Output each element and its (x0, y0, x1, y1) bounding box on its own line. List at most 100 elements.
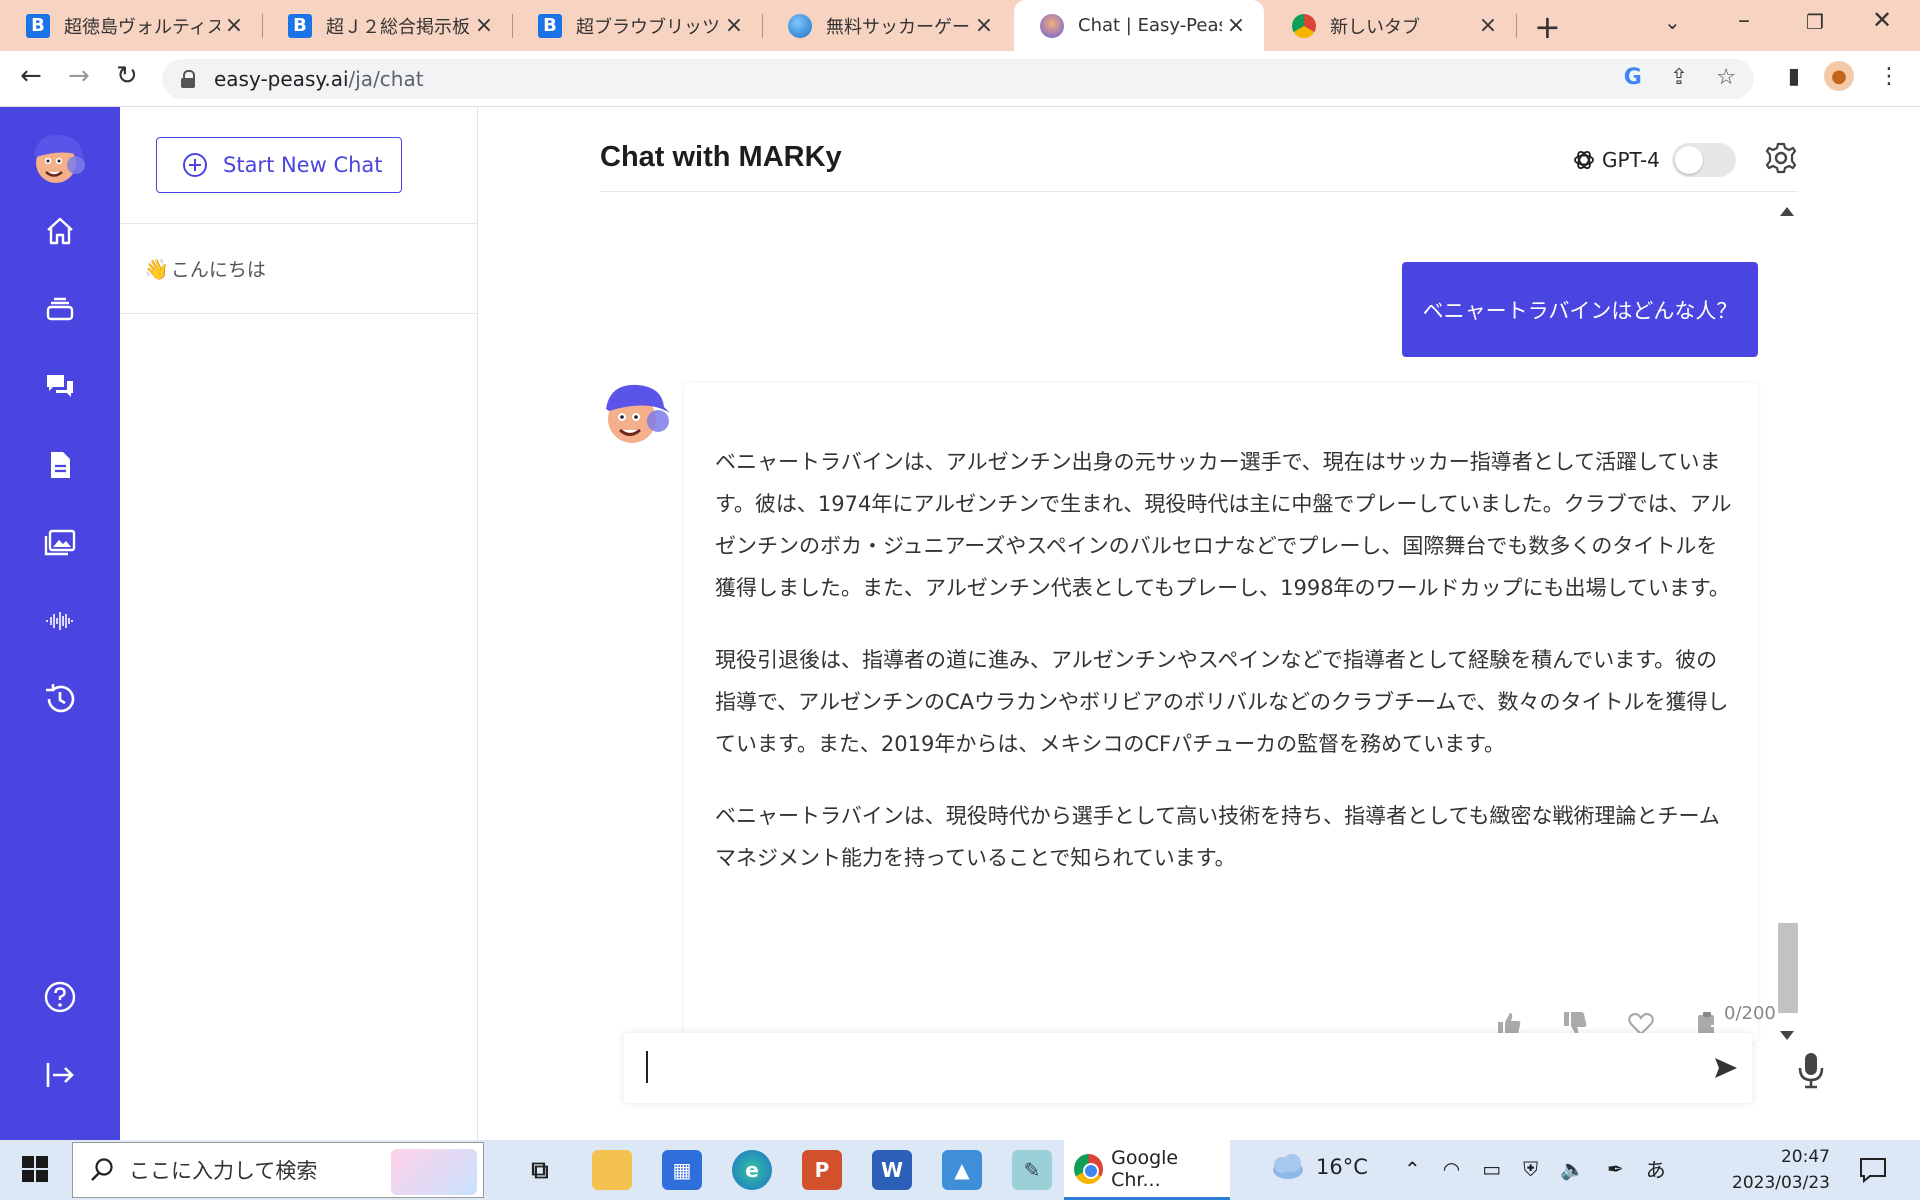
tab-title: 超Ｊ２総合掲示板 - (326, 16, 470, 38)
restore-icon[interactable]: ❐ (1806, 10, 1824, 34)
browser-tab[interactable]: 無料サッカーゲーム「ブ × (762, 0, 1012, 51)
powerpoint-icon[interactable]: P (802, 1150, 842, 1190)
b-icon: B (288, 13, 312, 38)
logout-icon[interactable] (40, 1055, 80, 1095)
edge-icon[interactable]: e (732, 1150, 772, 1190)
forward-icon[interactable]: → (68, 61, 90, 91)
tab-search-icon[interactable]: ⌄ (1664, 10, 1681, 34)
close-icon[interactable]: × (970, 13, 998, 38)
lock-icon (180, 70, 196, 88)
taskbar-chrome-label: Google Chr... (1111, 1146, 1179, 1191)
plus-circle-icon (183, 153, 207, 177)
browser-tab[interactable]: 新しいタブ × (1266, 0, 1516, 51)
battery-icon[interactable]: ▭ (1482, 1157, 1501, 1181)
browser-tab[interactable]: B 超Ｊ２総合掲示板 - × (262, 0, 512, 51)
tab-title: 新しいタブ (1330, 16, 1420, 38)
pen-icon[interactable]: ✒ (1607, 1157, 1624, 1181)
system-tray: ⌃ ◠ ▭ ⛨ 🔈 ✒ あ (1404, 1154, 1666, 1183)
gpt4-toggle[interactable] (1671, 143, 1736, 177)
stack-icon[interactable] (40, 289, 80, 329)
chat-bubbles-icon[interactable] (40, 367, 80, 407)
close-icon[interactable]: × (720, 13, 748, 38)
notification-icon[interactable] (1858, 1156, 1888, 1184)
document-icon[interactable] (40, 445, 80, 485)
text-caret (646, 1051, 648, 1083)
address-bar[interactable]: easy-peasy.ai/ja/chat G ⇪ ☆ (162, 59, 1754, 99)
tab-title: 超徳島ヴォルティス掲 (64, 16, 220, 38)
url-path: /ja/chat (348, 67, 424, 91)
clock-date: 2023/03/23 (1732, 1173, 1830, 1193)
side-panel-icon[interactable]: ▮ (1788, 64, 1800, 89)
file-explorer-icon[interactable] (592, 1150, 632, 1190)
tab-title: 超ブラウブリッツ秋田掲 (576, 16, 720, 38)
browser-tab-active[interactable]: Chat | Easy-Peasy.A × (1014, 0, 1264, 51)
close-icon[interactable]: × (1474, 13, 1502, 38)
windows-start-icon[interactable] (22, 1156, 48, 1182)
taskbar-search-input[interactable]: ここに入力して検索 (72, 1142, 484, 1198)
volume-icon[interactable]: 🔈 (1560, 1157, 1585, 1181)
new-tab-icon[interactable]: + (1534, 8, 1561, 46)
close-icon[interactable]: × (220, 13, 248, 38)
send-icon[interactable] (1714, 1057, 1738, 1079)
microphone-icon[interactable] (1796, 1051, 1826, 1089)
message-input-box[interactable] (624, 1033, 1752, 1103)
taskbar-chrome-button[interactable]: Google Chr... (1064, 1140, 1230, 1200)
minimize-icon[interactable]: – (1738, 6, 1750, 34)
b-icon: B (538, 13, 562, 38)
images-icon[interactable] (40, 523, 80, 563)
start-new-chat-label: Start New Chat (223, 153, 383, 177)
weather-widget[interactable]: 16°C (1266, 1152, 1368, 1182)
app-nav-rail (0, 107, 120, 1140)
store-icon[interactable]: ▦ (662, 1150, 702, 1190)
home-icon[interactable] (40, 211, 80, 251)
chat-scrollbar[interactable] (1776, 207, 1798, 1040)
google-icon[interactable]: G (1624, 65, 1642, 90)
scroll-up-icon[interactable] (1780, 207, 1794, 216)
notepad-icon[interactable]: ✎ (1012, 1150, 1052, 1190)
clock-time: 20:47 (1780, 1147, 1830, 1167)
divider (120, 223, 478, 224)
message-input[interactable] (644, 1049, 1684, 1087)
browser-tab[interactable]: B 超徳島ヴォルティス掲 × (0, 0, 262, 51)
star-icon[interactable]: ☆ (1716, 65, 1736, 90)
chevron-up-icon[interactable]: ⌃ (1404, 1157, 1421, 1181)
tab-title: Chat | Easy-Peasy.A (1078, 15, 1222, 36)
profile-icon[interactable]: ● (1824, 61, 1854, 91)
task-view-icon[interactable]: ⧉ (520, 1150, 560, 1190)
close-icon[interactable]: × (1222, 13, 1250, 38)
menu-icon[interactable]: ⋮ (1878, 64, 1900, 89)
audio-wave-icon[interactable] (40, 601, 80, 641)
close-icon[interactable]: × (470, 13, 498, 38)
browser-tab[interactable]: B 超ブラウブリッツ秋田掲 × (512, 0, 762, 51)
history-item-label: こんにちは (170, 259, 266, 281)
back-icon[interactable]: ← (20, 61, 42, 91)
bot-message-text: ベニャートラバインは、アルゼンチン出身の元サッカー選手で、現在はサッカー指導者と… (715, 441, 1733, 909)
share-icon[interactable]: ⇪ (1670, 65, 1688, 90)
browser-tab-bar: B 超徳島ヴォルティス掲 × B 超Ｊ２総合掲示板 - × B 超ブラウブリッツ… (0, 0, 1920, 51)
security-icon[interactable]: ⛨ (1523, 1157, 1538, 1181)
scroll-down-icon[interactable] (1780, 1031, 1794, 1040)
bot-paragraph: ベニャートラバインは、アルゼンチン出身の元サッカー選手で、現在はサッカー指導者と… (715, 450, 1732, 600)
user-message: ベニャートラバインはどんな人？ (1402, 262, 1758, 357)
start-new-chat-button[interactable]: Start New Chat (156, 137, 402, 193)
bot-paragraph: ベニャートラバインは、現役時代から選手として高い技術を持ち、指導者としても緻密な… (715, 804, 1720, 870)
word-icon[interactable]: W (872, 1150, 912, 1190)
scroll-thumb[interactable] (1778, 923, 1798, 1013)
reload-icon[interactable]: ↻ (116, 61, 138, 91)
history-icon[interactable] (40, 679, 80, 719)
history-item[interactable]: 👋 こんにちは (144, 255, 266, 282)
bot-paragraph: 現役引退後は、指導者の道に進み、アルゼンチンやスペインなどで指導者として経験を積… (715, 648, 1729, 756)
marky-icon (1040, 13, 1064, 38)
close-window-icon[interactable]: ✕ (1872, 6, 1892, 34)
clock[interactable]: 20:47 2023/03/23 (1732, 1144, 1830, 1196)
browser-toolbar: ← → ↻ easy-peasy.ai/ja/chat G ⇪ ☆ ▮ ● ⋮ (0, 51, 1920, 107)
help-icon[interactable] (40, 977, 80, 1017)
gear-icon[interactable] (1764, 141, 1798, 175)
photos-icon[interactable]: ▲ (942, 1150, 982, 1190)
marky-logo-icon[interactable] (28, 129, 90, 187)
search-highlight-icon (391, 1149, 477, 1195)
ime-indicator[interactable]: あ (1646, 1154, 1666, 1183)
wifi-icon[interactable]: ◠ (1443, 1157, 1460, 1181)
chat-history-panel: Start New Chat 👋 こんにちは (120, 107, 478, 1140)
openai-icon (1574, 150, 1594, 170)
